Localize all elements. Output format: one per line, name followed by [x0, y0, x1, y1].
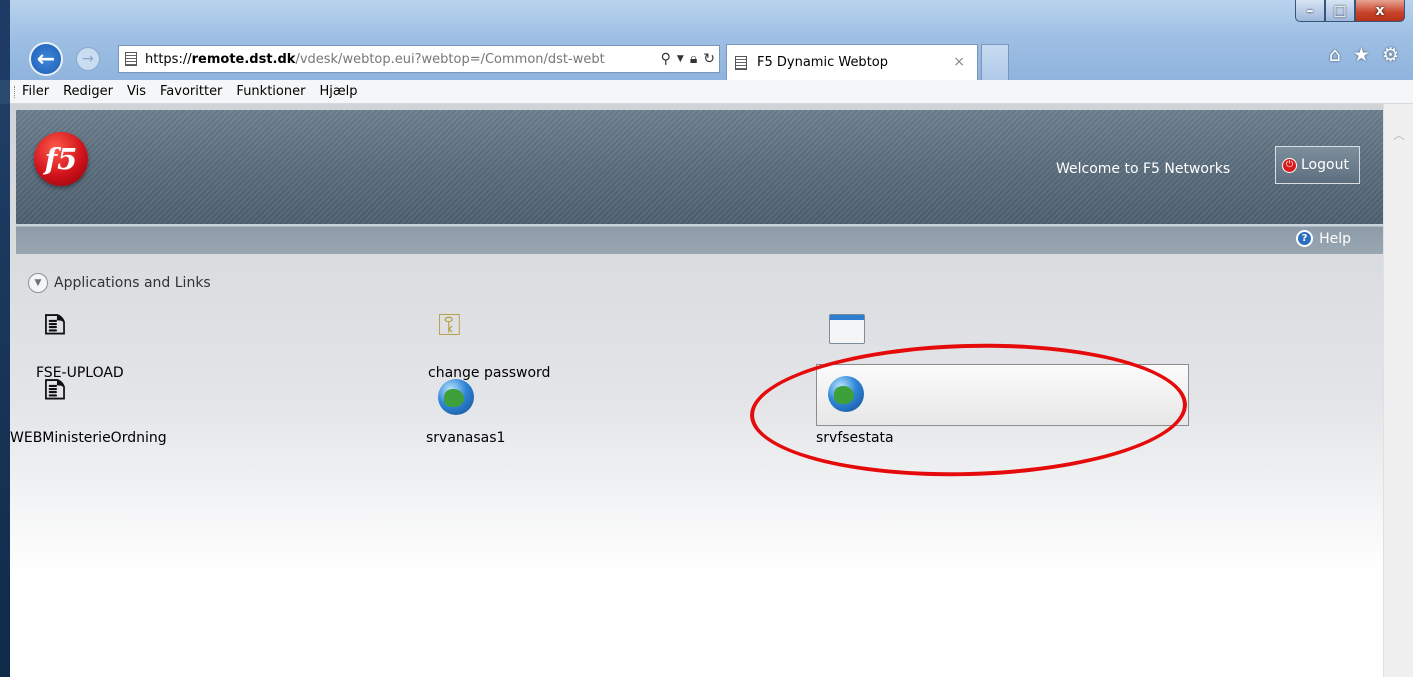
- help-bar: ? Help: [16, 224, 1383, 254]
- tools-gear-icon[interactable]: ⚙: [1382, 44, 1399, 66]
- close-tab-icon[interactable]: ×: [953, 54, 965, 70]
- keys-icon[interactable]: ⚿: [438, 307, 476, 345]
- help-link[interactable]: ? Help: [1296, 230, 1351, 247]
- page-viewport: f5 Welcome to F5 Networks ⏻ Logout ? Hel…: [10, 104, 1413, 677]
- help-icon: ?: [1296, 230, 1314, 247]
- home-icon[interactable]: ⌂: [1329, 44, 1341, 66]
- document-download-icon[interactable]: 🗈: [44, 376, 72, 408]
- f5-logo: f5: [34, 132, 88, 186]
- page-icon: [125, 52, 137, 66]
- menu-grip: [14, 86, 16, 98]
- tab-f5-dynamic-webtop[interactable]: F5 Dynamic Webtop ×: [726, 44, 978, 80]
- menu-item-favoritter[interactable]: Favoritter: [160, 84, 222, 99]
- arrow-left-icon: ←: [36, 46, 56, 72]
- url-scheme: https://: [145, 51, 192, 67]
- logout-button[interactable]: ⏻ Logout: [1275, 146, 1360, 184]
- search-icon[interactable]: ⚲: [661, 51, 671, 67]
- url-path: /vdesk/webtop.eui?webtop=/Common/dst-web…: [295, 51, 605, 67]
- document-upload-icon[interactable]: 🗈: [44, 311, 72, 343]
- window-left-border: [0, 104, 10, 677]
- url-domain: remote.dst.dk: [191, 51, 296, 67]
- maximize-button[interactable]: □: [1325, 0, 1355, 22]
- back-button[interactable]: ←: [29, 42, 63, 76]
- menu-bar: Filer Rediger Vis Favoritter Funktioner …: [10, 80, 1413, 104]
- menu-item-funktioner[interactable]: Funktioner: [236, 84, 305, 99]
- collapse-toggle-icon[interactable]: ▼: [28, 273, 48, 293]
- help-label: Help: [1319, 230, 1351, 247]
- logout-label: Logout: [1301, 157, 1349, 173]
- browser-toolbar-icons: ⌂ ★ ⚙: [1329, 44, 1399, 66]
- chevron-down-icon[interactable]: ▼: [677, 54, 684, 64]
- lock-icon[interactable]: 🔒︎: [690, 51, 697, 67]
- power-icon: ⏻: [1282, 157, 1297, 173]
- new-tab-button[interactable]: [981, 44, 1009, 80]
- globe-icon[interactable]: [438, 379, 474, 415]
- close-button[interactable]: x: [1355, 0, 1405, 22]
- tab-title: F5 Dynamic Webtop: [757, 55, 888, 70]
- vertical-scrollbar[interactable]: ︿: [1383, 104, 1413, 677]
- favorites-star-icon[interactable]: ★: [1353, 44, 1370, 66]
- page-header: f5 Welcome to F5 Networks ⏻ Logout: [16, 110, 1383, 224]
- app-link-change-password[interactable]: change password: [428, 365, 550, 381]
- menu-item-rediger[interactable]: Rediger: [63, 84, 113, 99]
- section-applications-and-links[interactable]: ▼ Applications and Links: [28, 273, 211, 293]
- app-link-webministerieordning[interactable]: WEBMinisterieOrdning: [10, 430, 167, 446]
- minimize-button[interactable]: –: [1295, 0, 1325, 22]
- page-icon: [735, 55, 747, 70]
- address-bar[interactable]: https:// remote.dst.dk /vdesk/webtop.eui…: [118, 45, 720, 73]
- section-title: Applications and Links: [54, 275, 211, 291]
- refresh-icon[interactable]: ↻: [703, 51, 715, 67]
- forward-button[interactable]: →: [76, 47, 100, 71]
- scroll-up-icon[interactable]: ︿: [1392, 126, 1406, 142]
- menu-item-vis[interactable]: Vis: [127, 84, 146, 99]
- app-link-srvanasas1[interactable]: srvanasas1: [426, 430, 505, 446]
- address-tools: ⚲ ▼ 🔒︎ ↻: [654, 48, 715, 70]
- menu-item-hjaelp[interactable]: Hjælp: [319, 84, 357, 99]
- arrow-right-icon: →: [82, 51, 94, 67]
- window-icon[interactable]: [829, 314, 865, 344]
- welcome-text: Welcome to F5 Networks: [1056, 161, 1231, 177]
- annotation-ellipse: [748, 338, 1189, 482]
- menu-item-filer[interactable]: Filer: [22, 84, 49, 99]
- browser-titlebar: – □ x ← → https:// remote.dst.dk /vdesk/…: [0, 0, 1413, 80]
- window-controls: – □ x: [1295, 0, 1405, 24]
